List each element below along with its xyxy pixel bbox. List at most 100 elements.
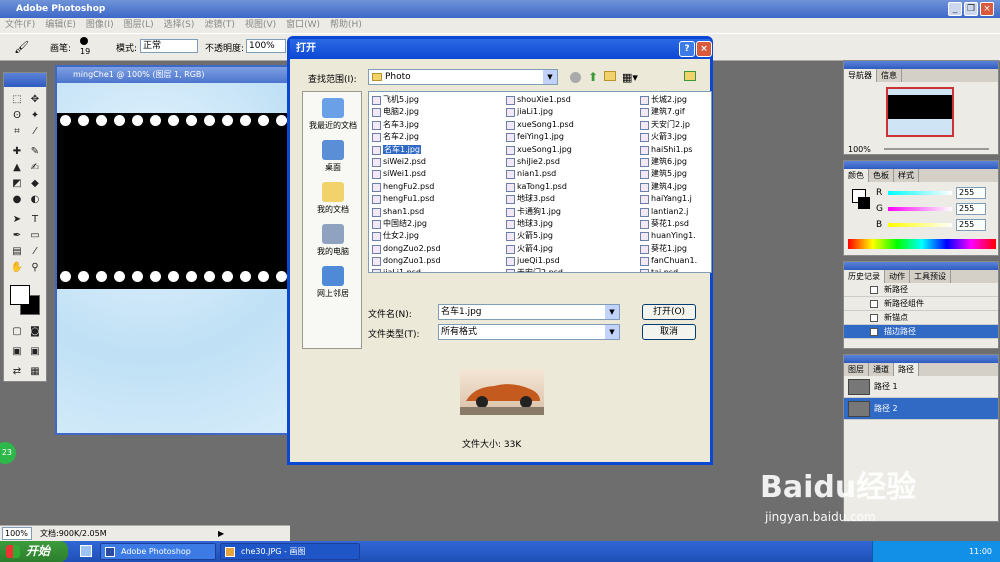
dialog-close-button[interactable]: ×	[696, 41, 712, 57]
r-slider[interactable]	[888, 191, 952, 195]
tab-layers-tabs-0[interactable]: 图层	[844, 363, 869, 376]
new-folder-icon[interactable]	[604, 71, 616, 81]
tab-navigator-tabs-0[interactable]: 导航器	[844, 69, 877, 82]
file-item[interactable]: huanYing1.	[639, 230, 711, 242]
zoom-slider[interactable]	[884, 148, 989, 150]
bg-color-icon[interactable]	[858, 197, 870, 209]
brush-icon[interactable]: ✎	[28, 145, 42, 159]
file-item[interactable]: shiJie2.psd	[505, 156, 635, 168]
jump-to-imageready-icon[interactable]: ⇄	[10, 365, 24, 379]
file-item[interactable]: hengFu2.psd	[371, 181, 501, 193]
file-item[interactable]: kaTong1.psd	[505, 181, 635, 193]
file-item[interactable]: fanChuan1.	[639, 255, 711, 267]
file-item[interactable]: 仕女2.jpg	[371, 230, 501, 242]
tab-color-tabs-0[interactable]: 颜色	[844, 169, 869, 182]
file-item[interactable]: dongZuo2.psd	[371, 243, 501, 255]
file-item[interactable]: siWei2.psd	[371, 156, 501, 168]
magic-wand-icon[interactable]: ✦	[28, 109, 42, 123]
file-item[interactable]: 名车3.jpg	[371, 119, 501, 131]
file-item[interactable]: hengFu1.psd	[371, 193, 501, 205]
close-button[interactable]: ×	[980, 2, 994, 16]
file-item[interactable]: tai.psd	[639, 267, 711, 272]
file-item[interactable]: haiYang1.j	[639, 193, 711, 205]
pen-tool-icon[interactable]: ✒	[10, 229, 24, 243]
file-item[interactable]: nian1.psd	[505, 168, 635, 180]
file-item[interactable]: jiaLi1.jpg	[505, 106, 635, 118]
back-icon[interactable]	[570, 72, 581, 83]
file-item[interactable]: 中国结2.jpg	[371, 218, 501, 230]
notes-tool-icon[interactable]: ▤	[10, 245, 24, 259]
filetype-select[interactable]: 所有格式 ▼	[438, 324, 620, 340]
history-item[interactable]: 新路径组件	[844, 297, 998, 311]
file-item[interactable]: 火箭4.jpg	[505, 243, 635, 255]
task-photoshop[interactable]: Adobe Photoshop	[100, 543, 216, 560]
help-button[interactable]: ?	[679, 41, 695, 57]
filename-input[interactable]: 名车1.jpg ▼	[438, 304, 620, 320]
file-item[interactable]: jiaLi1.psd	[371, 267, 501, 272]
folder-bookmark-icon[interactable]	[684, 71, 696, 81]
file-item[interactable]: 地球3.psd	[505, 193, 635, 205]
file-item[interactable]: 天安门2.jp	[639, 119, 711, 131]
slice-tool-icon[interactable]: ⁄	[28, 125, 42, 139]
restore-button[interactable]: ❐	[964, 2, 978, 16]
brush-tool-icon[interactable]: 🖌	[14, 40, 29, 54]
menu-item-3[interactable]: 图层(L)	[119, 18, 159, 33]
navigator-thumbnail[interactable]	[886, 87, 954, 137]
open-button[interactable]: 打开(O)	[642, 304, 696, 320]
file-item[interactable]: 葵花1.psd	[639, 218, 711, 230]
file-item[interactable]: 建筑7.gif	[639, 106, 711, 118]
history-brush-icon[interactable]: ✍	[28, 161, 42, 175]
menu-item-2[interactable]: 图像(I)	[81, 18, 119, 33]
file-item[interactable]: 火箭3.jpg	[639, 131, 711, 143]
path-select-icon[interactable]: ➤	[10, 213, 24, 227]
stamp-tool-icon[interactable]: ▲	[10, 161, 24, 175]
file-item[interactable]: dongZuo1.psd	[371, 255, 501, 267]
path-item[interactable]: 路径 2	[844, 398, 998, 420]
document-window[interactable]: mingChe1 @ 100% (图层 1, RGB)	[55, 65, 290, 435]
view-menu-icon[interactable]: ▦▾	[622, 71, 638, 84]
history-item[interactable]: 新路径	[844, 283, 998, 297]
file-item[interactable]: feiYing1.jpg	[505, 131, 635, 143]
file-item[interactable]: 卡通狗1.jpg	[505, 206, 635, 218]
g-slider[interactable]	[888, 207, 952, 211]
history-item[interactable]: 描边路径	[844, 325, 998, 339]
place-4[interactable]: 网上邻居	[303, 266, 363, 299]
file-item[interactable]: jueQi1.psd	[505, 255, 635, 267]
minimize-button[interactable]: _	[948, 2, 962, 16]
bucket-icon[interactable]: ◆	[28, 177, 42, 191]
place-2[interactable]: 我的文档	[303, 182, 363, 215]
foreground-color-front[interactable]	[10, 285, 30, 305]
file-item[interactable]: 电脑2.jpg	[371, 106, 501, 118]
file-list[interactable]: 飞机5.jpg 电脑2.jpg 名车3.jpg 名车2.jpg 名车1.jpg siWei…	[368, 91, 712, 273]
menu-item-7[interactable]: 窗口(W)	[281, 18, 325, 33]
file-item[interactable]: 名车2.jpg	[371, 131, 501, 143]
brush-preview-icon[interactable]	[80, 37, 88, 45]
file-item[interactable]: 长城2.jpg	[639, 94, 711, 106]
tab-color-tabs-2[interactable]: 样式	[894, 169, 919, 182]
type-tool-icon[interactable]: T	[28, 213, 42, 227]
file-item[interactable]: 地球3.jpg	[505, 218, 635, 230]
move-tool-icon[interactable]: ✥	[28, 93, 42, 107]
quickmask-mode-icon[interactable]: ◙	[28, 325, 42, 339]
file-item[interactable]: 飞机5.jpg	[371, 94, 501, 106]
side-badge[interactable]: 23	[0, 442, 16, 464]
file-item[interactable]: xueSong1.psd	[505, 119, 635, 131]
file-item[interactable]: 建筑6.jpg	[639, 156, 711, 168]
shape-tool-icon[interactable]: ▭	[28, 229, 42, 243]
tab-navigator-tabs-1[interactable]: 信息	[877, 69, 902, 82]
task-paint[interactable]: che30.JPG - 画图	[220, 543, 360, 560]
hand-tool-icon[interactable]: ✋	[10, 261, 24, 275]
lasso-tool-icon[interactable]: ʘ	[10, 109, 24, 123]
place-0[interactable]: 我最近的文档	[303, 98, 363, 131]
tab-layers-tabs-1[interactable]: 通道	[869, 363, 894, 376]
file-item[interactable]: 建筑5.jpg	[639, 168, 711, 180]
status-arrow-icon[interactable]: ▶	[218, 526, 224, 542]
filename-chevron-down-icon[interactable]: ▼	[605, 305, 619, 319]
place-3[interactable]: 我的电脑	[303, 224, 363, 257]
screen-mode-2-icon[interactable]: ▣	[28, 345, 42, 359]
opacity-field[interactable]: 100%	[246, 39, 286, 53]
menu-item-8[interactable]: 帮助(H)	[325, 18, 367, 33]
b-field[interactable]: 255	[956, 219, 986, 231]
file-item[interactable]: xueSong1.jpg	[505, 144, 635, 156]
menu-item-1[interactable]: 编辑(E)	[40, 18, 81, 33]
